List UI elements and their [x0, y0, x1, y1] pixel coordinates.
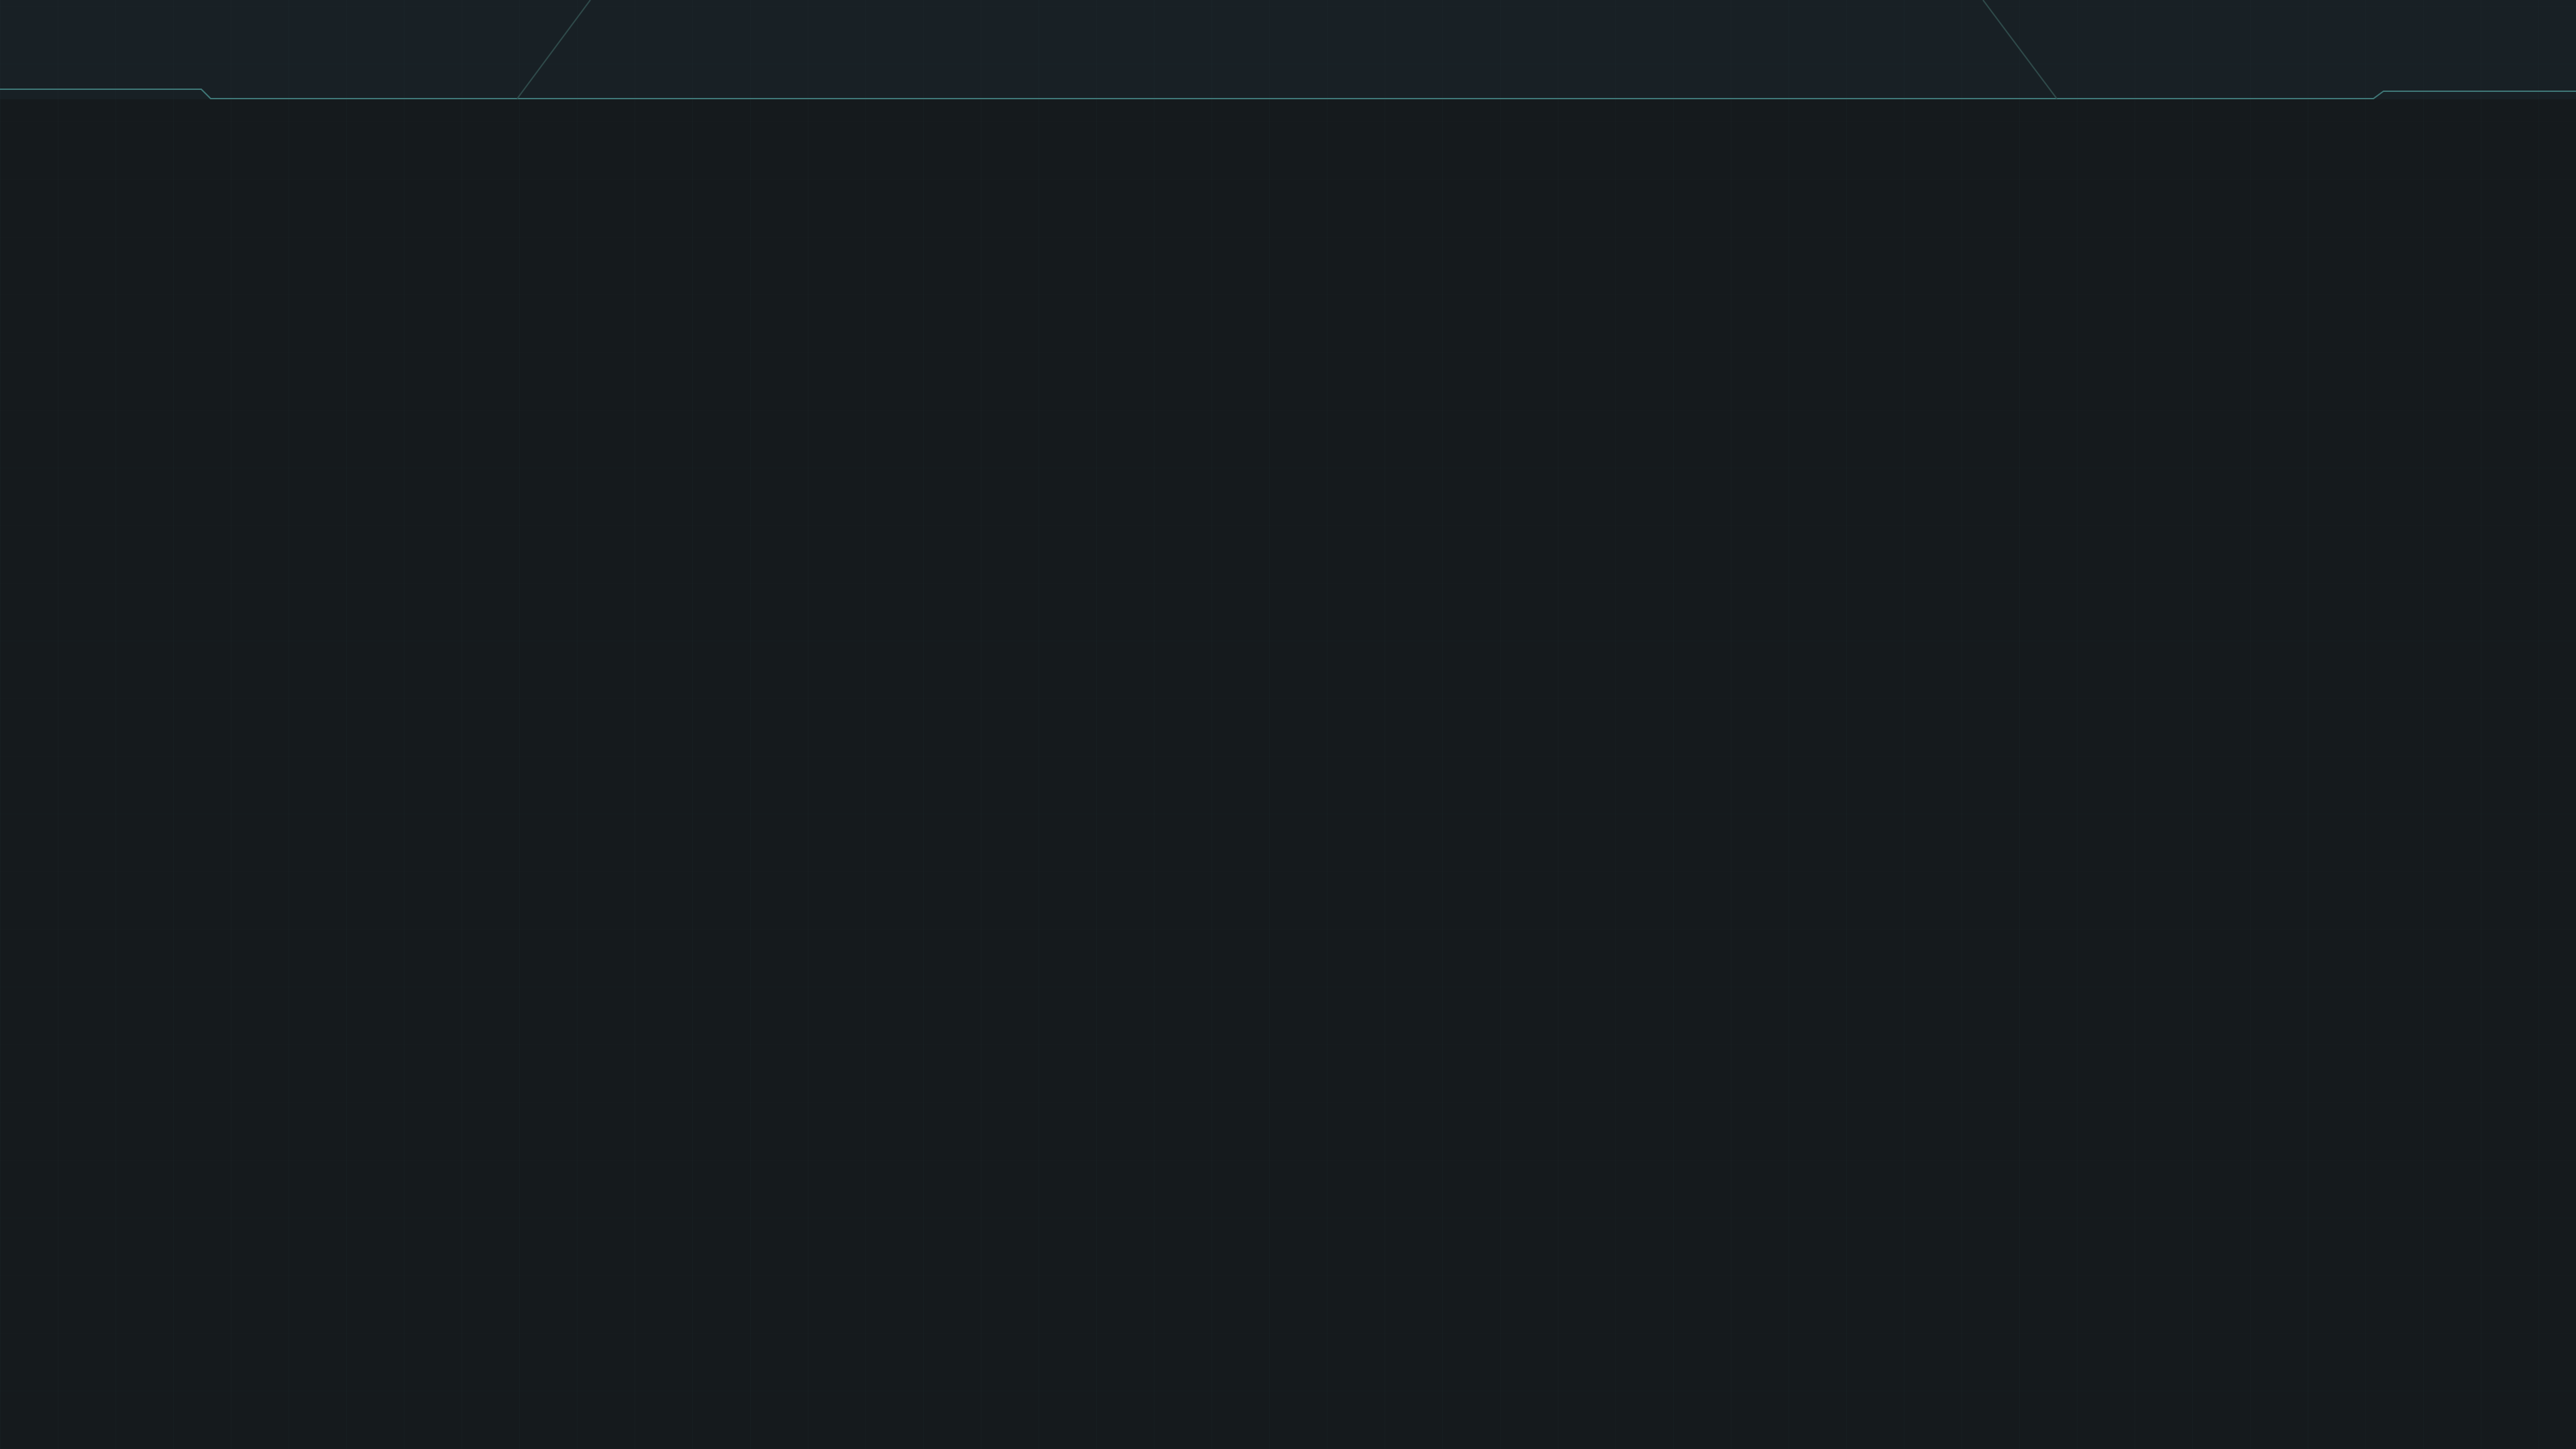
hud-frame-lines — [0, 0, 2576, 99]
background-grid — [0, 0, 2576, 1449]
hud-screen — [0, 0, 2576, 1449]
top-hud-header — [0, 0, 2576, 99]
